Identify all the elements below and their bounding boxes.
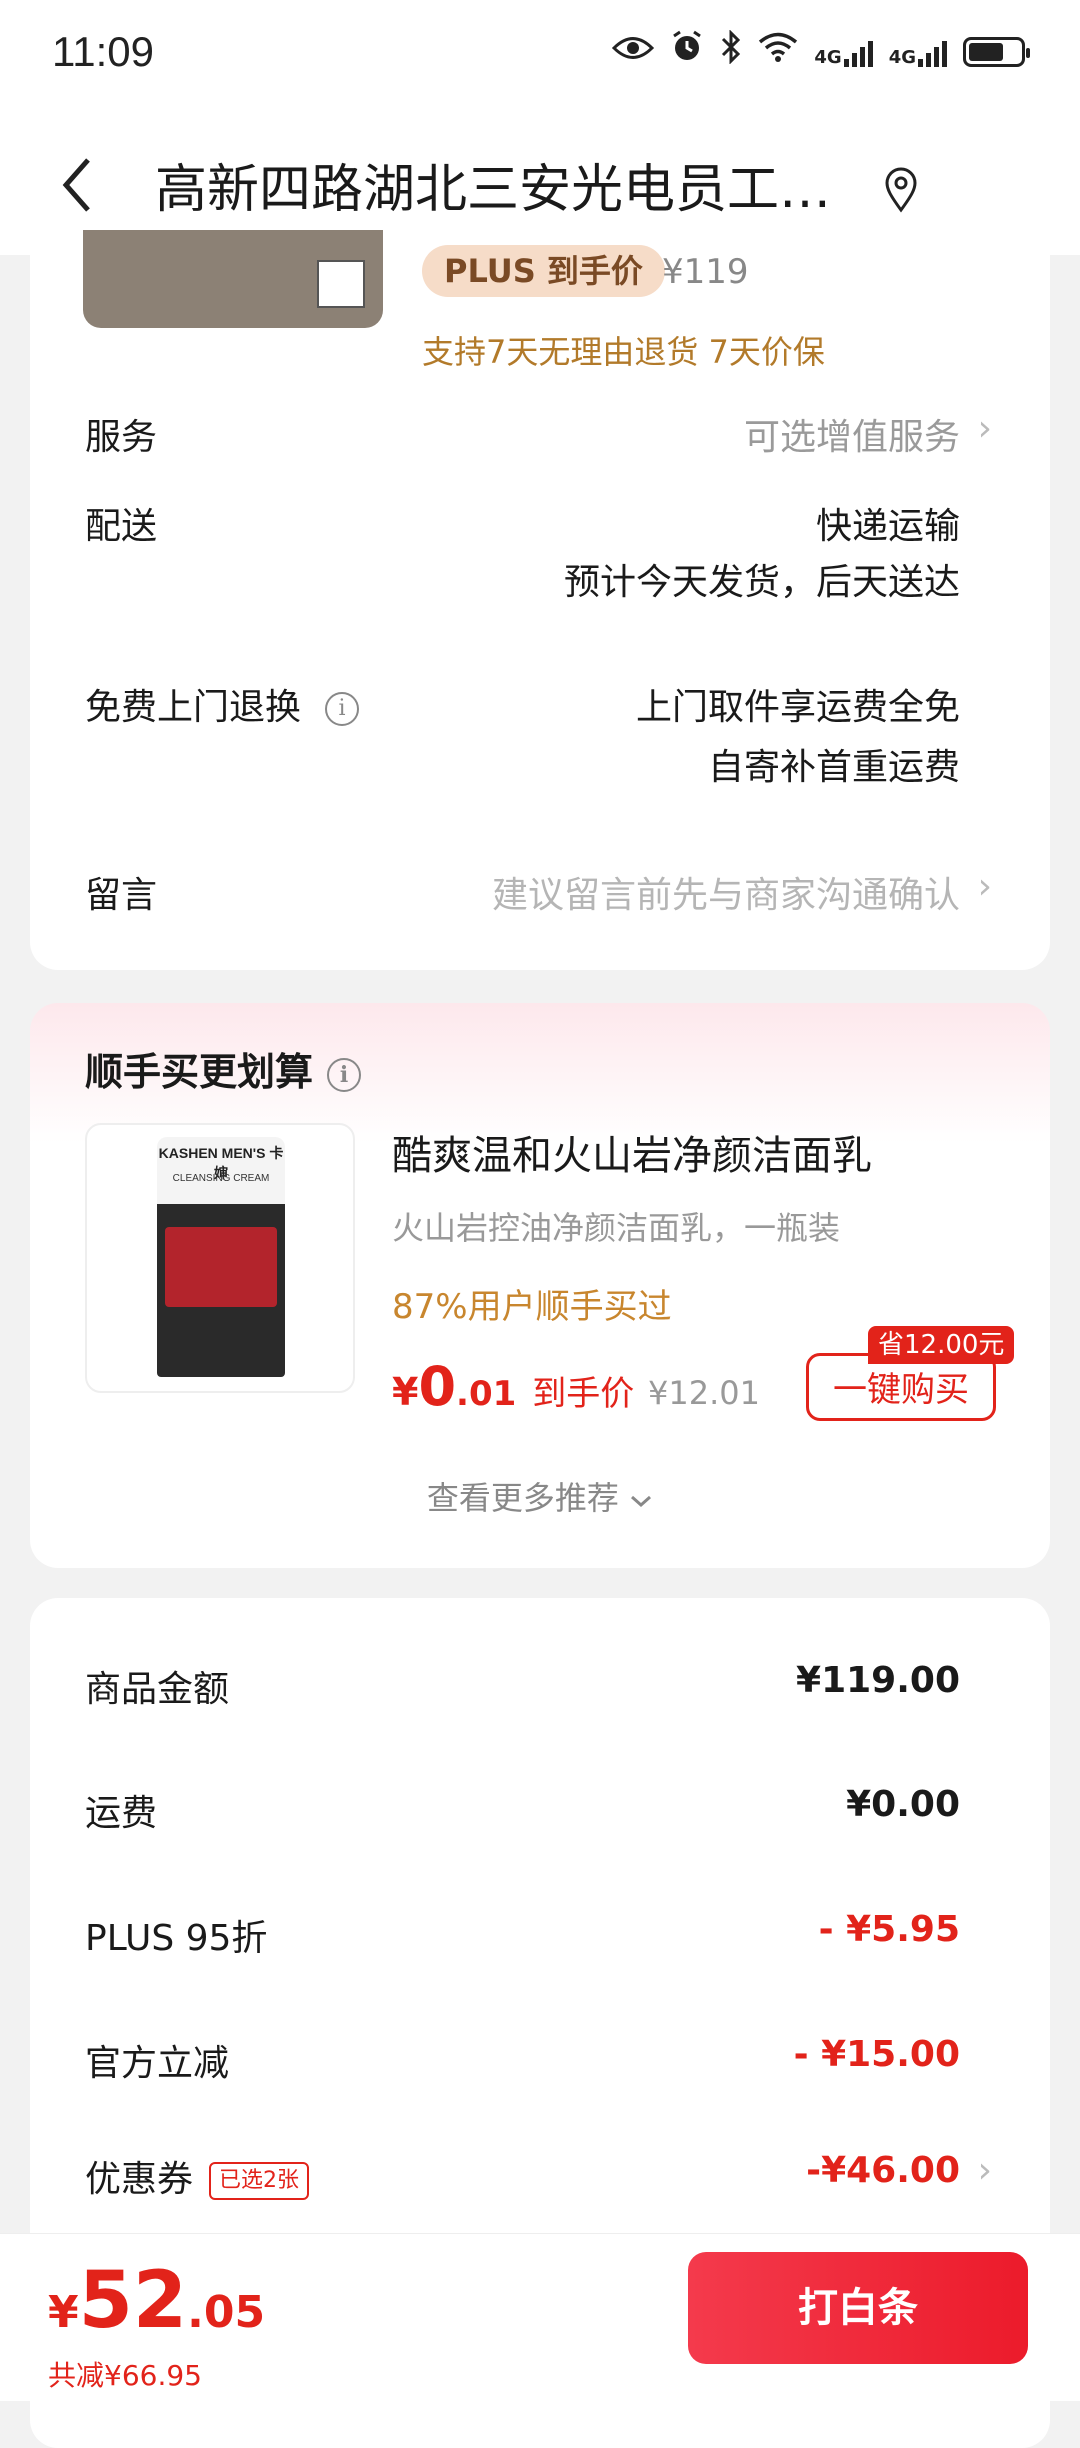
cleanser-tube-image: KASHEN MEN'S 卡婶 CLEANSING CREAM xyxy=(157,1137,285,1377)
info-icon[interactable]: i xyxy=(327,1057,362,1092)
message-input[interactable]: 建议留言前先与商家沟通确认 xyxy=(492,866,960,918)
status-time: 11:09 xyxy=(52,28,154,75)
product-original-price: ¥119 xyxy=(662,252,749,292)
total-yen: ¥ xyxy=(48,2287,79,2338)
chevron-right-icon[interactable]: › xyxy=(978,2150,992,2191)
coupon-label: 优惠券 xyxy=(85,2159,194,2200)
free-return-label: 免费上门退换 i xyxy=(85,678,360,730)
back-icon[interactable] xyxy=(58,150,98,234)
goods-amount-value: ¥119.00 xyxy=(796,1660,960,1701)
official-discount-value: - ¥15.00 xyxy=(793,2034,960,2075)
plus-discount-value: - ¥5.95 xyxy=(818,1909,960,1950)
addon-section-title: 顺手买更划算 i xyxy=(85,1041,362,1096)
free-return-text: 免费上门退换 xyxy=(85,687,302,728)
product-guarantee: 支持7天无理由退货 7天价保 xyxy=(422,333,825,371)
alarm-icon xyxy=(670,30,704,73)
signal-icon-2: 4G xyxy=(889,37,947,67)
network-type-label: 4G xyxy=(814,46,842,68)
coupon-selected-badge: 已选2张 xyxy=(209,2162,310,2200)
total-dec: .05 xyxy=(187,2287,266,2338)
delivery-estimate: 预计今天发货，后天送达 xyxy=(563,562,960,603)
delivery-method[interactable]: 快递运输 xyxy=(816,497,960,549)
status-icons: 4G 4G xyxy=(612,29,1030,73)
price-int: 0 xyxy=(418,1355,457,1418)
chevron-right-icon[interactable]: › xyxy=(978,408,992,449)
addon-product-desc: 火山岩控油净颜洁面乳，一瓶装 xyxy=(392,1209,841,1247)
price-label: 到手价 xyxy=(532,1374,635,1414)
goods-amount-label: 商品金额 xyxy=(85,1669,230,1710)
save-badge: 省12.00元 xyxy=(868,1326,1015,1364)
addon-product-image[interactable]: KASHEN MEN'S 卡婶 CLEANSING CREAM xyxy=(85,1123,355,1393)
service-label: 服务 xyxy=(85,417,158,458)
return-pickup-note: 上门取件享运费全免 xyxy=(635,687,960,728)
plus-discount-label: PLUS 95折 xyxy=(85,1918,268,1959)
shipping-value: ¥0.00 xyxy=(846,1784,960,1825)
product-thumbnail[interactable] xyxy=(83,230,383,328)
total-int: 52 xyxy=(78,2256,188,2346)
plus-price-tag: PLUS 到手价 xyxy=(422,245,665,297)
network-type-label-2: 4G xyxy=(888,46,916,68)
checkout-bar: ¥52.05 共减¥66.95 打白条 xyxy=(0,2233,1080,2401)
total-saved: 共减¥66.95 xyxy=(48,2359,202,2392)
see-more-recommend[interactable]: 查看更多推荐 xyxy=(30,1473,1050,1519)
see-more-text: 查看更多推荐 xyxy=(426,1479,619,1517)
chevron-right-icon[interactable]: › xyxy=(978,866,992,907)
signal-icon: 4G xyxy=(814,37,873,68)
addon-title-text: 顺手买更划算 xyxy=(85,1050,314,1094)
return-self-send-note: 自寄补首重运费 xyxy=(707,747,960,788)
coupon-value[interactable]: -¥46.00 xyxy=(806,2150,960,2191)
message-label: 留言 xyxy=(85,875,158,916)
official-discount-label: 官方立减 xyxy=(85,2043,230,2084)
chevron-down-icon xyxy=(629,1479,653,1517)
addon-original-price: ¥12.01 xyxy=(648,1374,760,1412)
pay-baitiao-button[interactable]: 打白条 xyxy=(688,2252,1028,2364)
tube-sub-text: CLEANSING CREAM xyxy=(172,1173,270,1184)
price-yen: ¥ xyxy=(392,1370,419,1414)
coupon-row[interactable]: 优惠券 已选2张 xyxy=(85,2150,310,2202)
delivery-label: 配送 xyxy=(85,506,158,547)
brand-design-badge-icon xyxy=(317,260,365,308)
battery-icon xyxy=(963,36,1030,67)
address-title[interactable]: 高新四路湖北三安光电员工… xyxy=(155,155,865,225)
total-price: ¥52.05 xyxy=(48,2256,265,2346)
service-value[interactable]: 可选增值服务 xyxy=(744,408,960,460)
location-pin-icon[interactable] xyxy=(884,167,918,217)
addon-final-price: ¥0.01 到手价 xyxy=(392,1355,634,1418)
eye-icon xyxy=(612,32,655,72)
status-bar: 11:09 4G 4G xyxy=(0,0,1080,115)
shipping-label: 运费 xyxy=(85,1793,158,1834)
order-details-card: PLUS 到手价 ¥119 支持7天无理由退货 7天价保 服务 可选增值服务 ›… xyxy=(30,230,1050,970)
wifi-icon xyxy=(758,31,798,72)
bluetooth-icon xyxy=(720,29,742,73)
addon-product-name[interactable]: 酷爽温和火山岩净颜洁面乳 xyxy=(392,1123,872,1181)
addon-buy-rate: 87%用户顺手买过 xyxy=(392,1287,672,1327)
info-icon[interactable]: i xyxy=(325,692,360,726)
addon-recommend-card: 顺手买更划算 i KASHEN MEN'S 卡婶 CLEANSING CREAM … xyxy=(30,1003,1050,1568)
price-dec: .01 xyxy=(456,1374,517,1414)
